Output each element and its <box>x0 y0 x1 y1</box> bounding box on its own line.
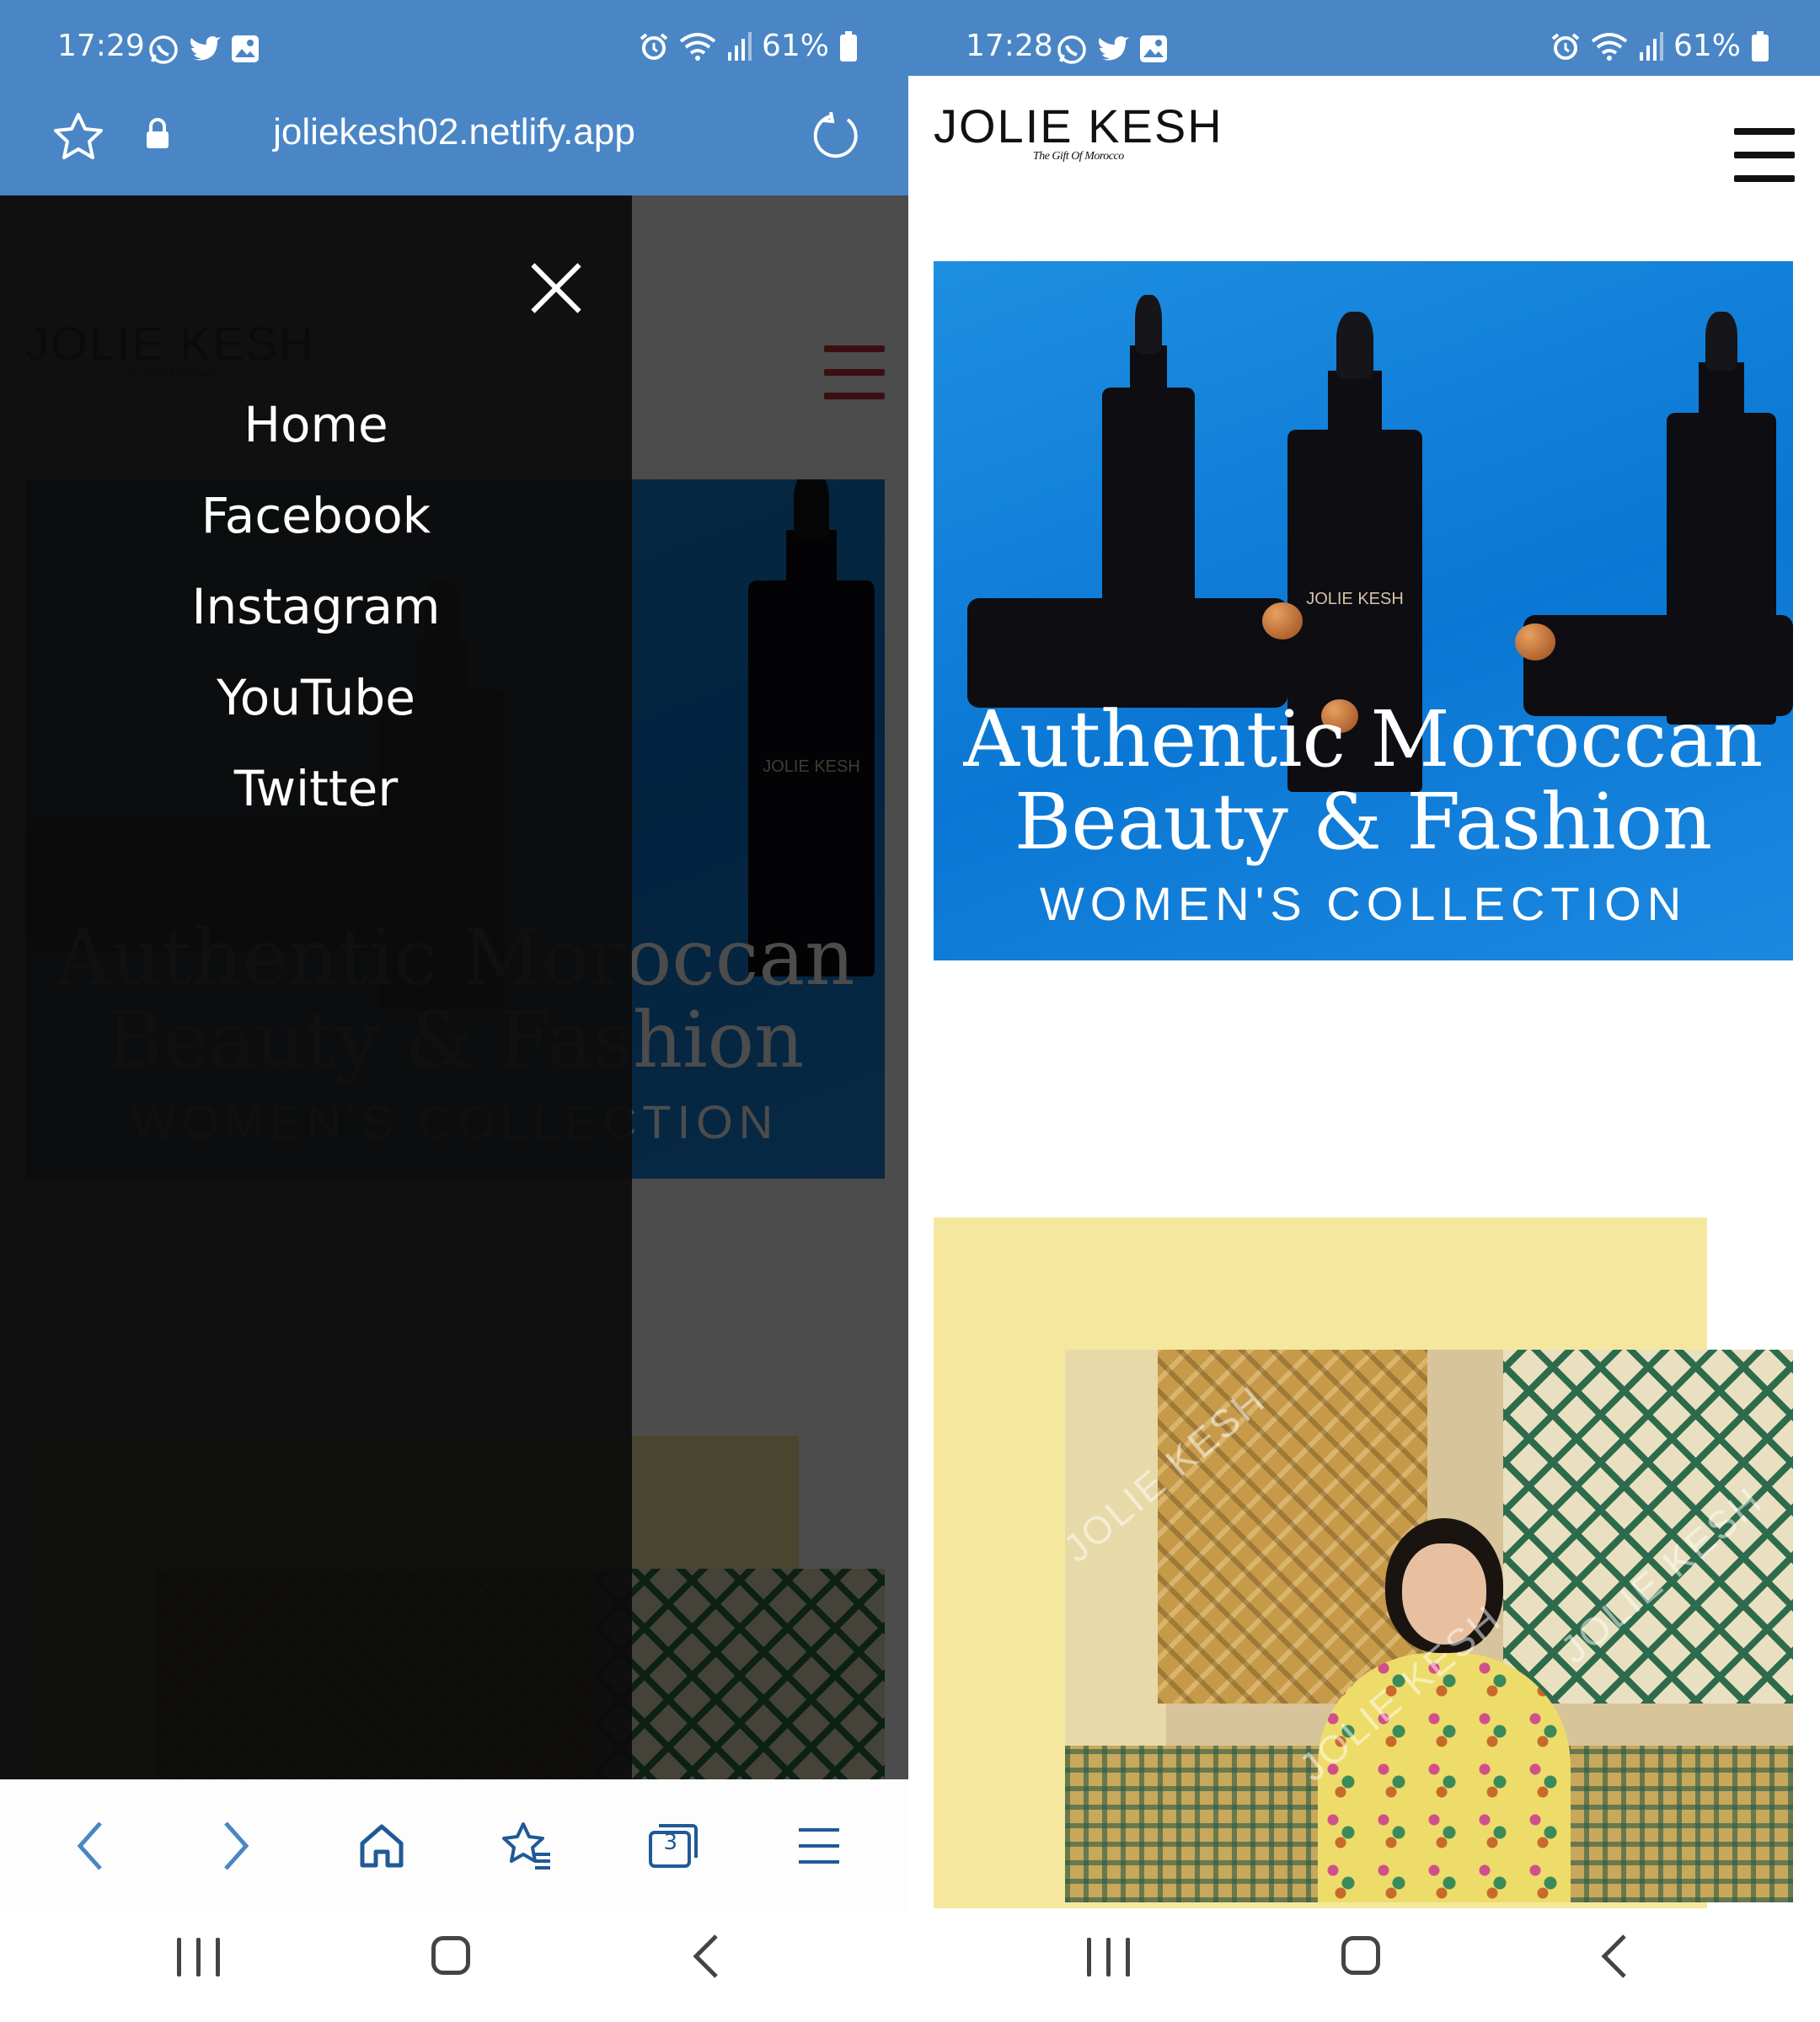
drawer-menu: Home Facebook Instagram YouTube Twitter <box>0 379 632 834</box>
android-nav-bar <box>0 1912 908 2022</box>
browser-menu-button[interactable] <box>781 1808 857 1884</box>
hero-title-line2: Beauty & Fashion <box>1014 777 1713 867</box>
chevron-right-icon <box>223 1821 249 1870</box>
gallery-icon <box>1140 35 1167 62</box>
url-text[interactable]: joliekesh02.netlify.app <box>0 111 908 153</box>
status-time: 17:29 <box>57 29 145 63</box>
bookmarks-star-icon <box>501 1822 550 1870</box>
notification-icons <box>147 34 260 66</box>
drawer-item-facebook[interactable]: Facebook <box>0 470 632 561</box>
recents-button[interactable] <box>1087 1938 1130 1977</box>
gallery-icon <box>232 35 259 62</box>
battery-percent: 61% <box>761 29 829 63</box>
bookmarks-button[interactable] <box>490 1808 565 1884</box>
tabs-count: 3 <box>663 1830 678 1855</box>
battery-percent: 61% <box>1673 29 1741 63</box>
whatsapp-icon <box>1057 35 1086 64</box>
menu-icon <box>798 1828 839 1864</box>
android-nav-bar <box>908 1912 1820 2022</box>
back-nav-icon[interactable] <box>1598 1931 1631 1982</box>
logo-name: JOLIE KESH <box>934 99 1223 152</box>
twitter-icon <box>1099 36 1129 61</box>
home-icon <box>360 1824 403 1868</box>
drawer-item-home[interactable]: Home <box>0 379 632 470</box>
forward-button[interactable] <box>198 1808 274 1884</box>
notification-icons <box>1056 34 1169 66</box>
drawer-item-youtube[interactable]: YouTube <box>0 652 632 743</box>
recents-button[interactable] <box>177 1938 220 1977</box>
browser-toolbar: 3 <box>0 1779 908 1912</box>
chevron-left-icon <box>77 1821 102 1870</box>
menu-button[interactable] <box>1734 128 1795 182</box>
signal-icon <box>1639 31 1663 61</box>
reload-icon[interactable] <box>811 111 859 160</box>
lying-bottle-image <box>967 598 1287 708</box>
page-content: JOLIE KESH The Gift Of Morocco JOLIE KES… <box>908 76 1820 1912</box>
back-button[interactable] <box>52 1808 128 1884</box>
battery-icon <box>840 30 857 62</box>
status-time: 17:28 <box>966 29 1053 63</box>
hero-title-line1: Authentic Moroccan <box>963 694 1764 784</box>
argan-nut-image <box>1515 623 1555 661</box>
side-navigation-drawer: Home Facebook Instagram YouTube Twitter <box>0 195 632 1779</box>
alarm-icon <box>1551 32 1580 60</box>
home-nav-button[interactable] <box>431 1936 470 1975</box>
system-icons: 61% <box>639 29 858 63</box>
bottle-label: JOLIE KESH <box>1306 590 1404 608</box>
hero-banner[interactable]: JOLIE KESH Authentic Moroccan Beauty & F… <box>934 261 1793 960</box>
left-phone-screen: 17:29 61% joliekesh02.netlify.app JOLIE … <box>0 0 908 2022</box>
back-nav-icon[interactable] <box>689 1931 723 1982</box>
browser-url-bar: joliekesh02.netlify.app <box>0 76 908 195</box>
status-bar: 17:28 61% <box>908 0 1820 76</box>
drawer-item-twitter[interactable]: Twitter <box>0 743 632 834</box>
home-button[interactable] <box>344 1808 420 1884</box>
close-icon[interactable] <box>527 259 586 318</box>
twitter-icon <box>190 36 221 61</box>
hero-subtitle: WOMEN'S COLLECTION <box>1039 877 1688 930</box>
collection-photo[interactable]: JOLIE KESH JOLIE KESH JOLIE KESH <box>1065 1350 1793 1902</box>
signal-icon <box>727 31 752 61</box>
battery-icon <box>1752 30 1769 62</box>
wifi-icon <box>1591 32 1628 61</box>
right-phone-screen: 17:28 61% JOLIE KESH The Gift Of Morocco <box>908 0 1820 2022</box>
argan-nut-image <box>1262 602 1303 639</box>
alarm-icon <box>640 32 668 60</box>
whatsapp-icon <box>149 35 178 64</box>
system-icons: 61% <box>1550 29 1769 63</box>
site-logo[interactable]: JOLIE KESH The Gift Of Morocco <box>934 103 1223 163</box>
home-nav-button[interactable] <box>1341 1936 1380 1975</box>
status-bar: 17:29 61% <box>0 0 908 76</box>
wifi-icon <box>679 32 716 61</box>
drawer-item-instagram[interactable]: Instagram <box>0 561 632 652</box>
tabs-button[interactable]: 3 <box>635 1808 711 1884</box>
